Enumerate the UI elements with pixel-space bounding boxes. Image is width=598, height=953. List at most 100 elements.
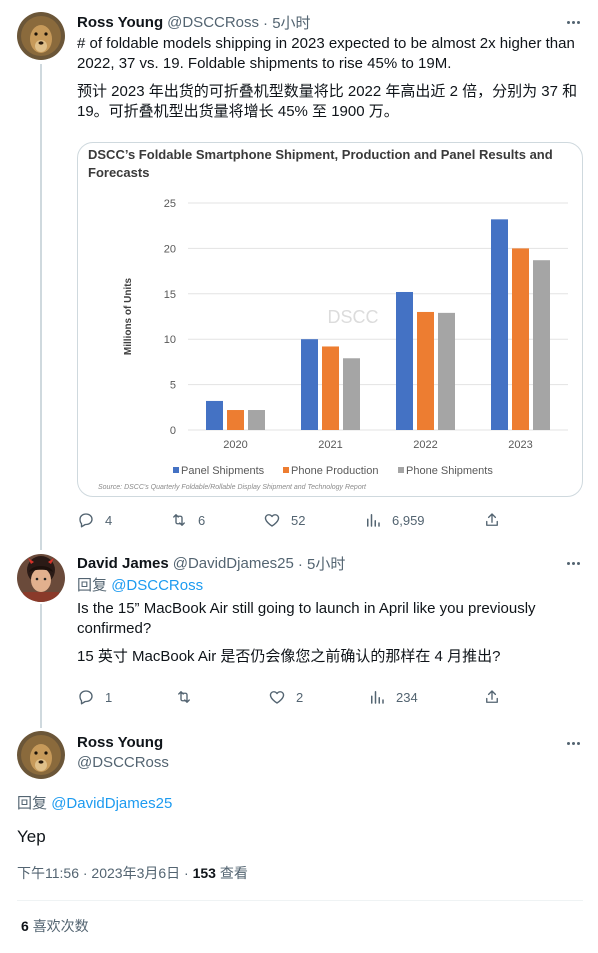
- y-tick-label: 15: [164, 289, 176, 301]
- views-button[interactable]: 6,959: [364, 510, 425, 530]
- tweet-text: Yep: [17, 827, 46, 846]
- share-icon: [486, 690, 498, 703]
- retweet-icon: [173, 514, 185, 526]
- likes-label: 喜欢次数: [32, 918, 89, 934]
- views-button[interactable]: 234: [368, 687, 418, 707]
- reply-to-link[interactable]: @DavidDjames25: [51, 795, 172, 812]
- tweet-header: Ross Young @DSCCRoss · 5小时: [77, 12, 311, 32]
- thread-line: [40, 604, 42, 728]
- divider: [17, 900, 583, 901]
- tweet-text-en: # of foldable models shipping in 2023 ex…: [77, 35, 575, 72]
- lion-avatar-icon: [17, 731, 65, 779]
- like-count: 52: [291, 512, 306, 528]
- replying-to: 回复 @DSCCRoss: [77, 576, 203, 596]
- tweet-text-zh: 15 英寸 MacBook Air 是否仍会像您之前确认的那样在 4 月推出?: [77, 648, 501, 665]
- bar-phone-production: [322, 346, 339, 430]
- heart-icon: [264, 514, 280, 527]
- bar-phone-production: [227, 410, 244, 430]
- author-name[interactable]: Ross Young: [77, 14, 163, 31]
- chart-image-card[interactable]: DSCC’s Foldable Smartphone Shipment, Pro…: [77, 142, 583, 497]
- replying-to: 回复 @DavidDjames25: [17, 794, 172, 814]
- legend-label: Phone Production: [291, 465, 378, 477]
- tweet-time[interactable]: · 5小时: [263, 12, 311, 33]
- author-handle[interactable]: @DavidDjames25: [173, 555, 294, 572]
- tweet-text-zh: 预计 2023 年出货的可折叠机型数量将比 2022 年高出近 2 倍，分别为 …: [77, 83, 578, 120]
- bar-phone-shipments: [343, 358, 360, 430]
- bar-phone-shipments: [533, 260, 550, 430]
- reply-button[interactable]: 1: [77, 687, 112, 707]
- x-tick-label: 2020: [223, 439, 247, 451]
- bar-phone-production: [512, 248, 529, 430]
- reply-icon: [79, 690, 93, 705]
- tweet-header: David James @DavidDjames25 · 5小时: [77, 553, 345, 573]
- views-label: 查看: [219, 865, 248, 881]
- bar-panel-shipments: [206, 400, 223, 430]
- legend-swatch: [283, 467, 289, 473]
- lion-avatar-icon: [17, 12, 65, 60]
- x-tick-label: 2021: [318, 439, 342, 451]
- retweet-count: 6: [198, 512, 206, 528]
- thread-line: [40, 64, 42, 550]
- like-count: 2: [296, 689, 304, 705]
- views-count: 6,959: [392, 512, 425, 528]
- avatar[interactable]: [17, 554, 65, 602]
- legend-swatch: [398, 467, 404, 473]
- more-options-icon[interactable]: [563, 733, 583, 753]
- y-axis-label: Millions of Units: [123, 277, 134, 355]
- reply-to-link[interactable]: @DSCCRoss: [111, 577, 203, 594]
- y-tick-label: 5: [170, 380, 176, 392]
- like-button[interactable]: 2: [268, 687, 303, 707]
- reply-count: 4: [105, 512, 113, 528]
- heart-icon: [269, 691, 285, 704]
- y-tick-label: 0: [170, 425, 176, 437]
- more-options-icon[interactable]: [563, 12, 583, 32]
- chart-source: Source: DSCC's Quarterly Foldable/Rollab…: [98, 484, 367, 491]
- bar-phone-shipments: [248, 410, 265, 430]
- author-name[interactable]: David James: [77, 555, 169, 572]
- more-options-icon[interactable]: [563, 553, 583, 573]
- share-icon: [486, 513, 498, 526]
- y-tick-label: 25: [164, 198, 176, 210]
- tweet-timestamp[interactable]: 下午11:56 · 2023年3月6日 ·: [17, 865, 189, 881]
- tweet-text-en: Is the 15” MacBook Air still going to la…: [77, 600, 536, 637]
- avatar[interactable]: [17, 12, 65, 60]
- share-button[interactable]: [483, 510, 511, 530]
- y-tick-label: 20: [164, 243, 176, 255]
- x-tick-label: 2022: [413, 439, 437, 451]
- share-button[interactable]: [483, 687, 511, 707]
- retweet-button[interactable]: [175, 687, 203, 707]
- reply-button[interactable]: 4: [77, 510, 112, 530]
- reply-prefix: 回复: [77, 577, 108, 594]
- legend-label: Panel Shipments: [181, 465, 265, 477]
- views-count: 153: [192, 865, 216, 881]
- author-handle[interactable]: @DSCCRoss: [167, 14, 259, 31]
- watermark: DSCC: [327, 307, 378, 327]
- reply-prefix: 回复: [17, 795, 48, 812]
- bar-phone-production: [417, 311, 434, 430]
- like-button[interactable]: 52: [263, 510, 305, 530]
- user-avatar-icon: [17, 554, 65, 602]
- legend-swatch: [173, 467, 179, 473]
- retweet-icon: [178, 691, 190, 703]
- bar-panel-shipments: [301, 339, 318, 430]
- bar-phone-shipments: [438, 312, 455, 430]
- author-handle[interactable]: @DSCCRoss: [77, 753, 169, 773]
- views-count: 234: [396, 689, 418, 705]
- analytics-icon: [367, 514, 380, 527]
- y-tick-label: 10: [164, 334, 176, 346]
- likes-count: 6: [21, 918, 29, 934]
- tweet-meta: 下午11:56 · 2023年3月6日 · 153 查看: [17, 864, 248, 882]
- bar-panel-shipments: [396, 291, 413, 430]
- reply-count: 1: [105, 689, 113, 705]
- reply-icon: [79, 513, 93, 528]
- analytics-icon: [371, 691, 384, 704]
- tweet-time[interactable]: · 5小时: [298, 553, 346, 574]
- retweet-button[interactable]: 6: [170, 510, 205, 530]
- bar-chart: 0 5 10 15 20 25 Millions of Units DSCC 2020 2021 2…: [98, 198, 568, 491]
- avatar[interactable]: [17, 731, 65, 779]
- bar-panel-shipments: [491, 219, 508, 430]
- likes-summary[interactable]: 6 喜欢次数: [21, 917, 89, 935]
- author-name[interactable]: Ross Young: [77, 733, 163, 753]
- x-tick-label: 2023: [508, 439, 532, 451]
- legend-label: Phone Shipments: [406, 465, 493, 477]
